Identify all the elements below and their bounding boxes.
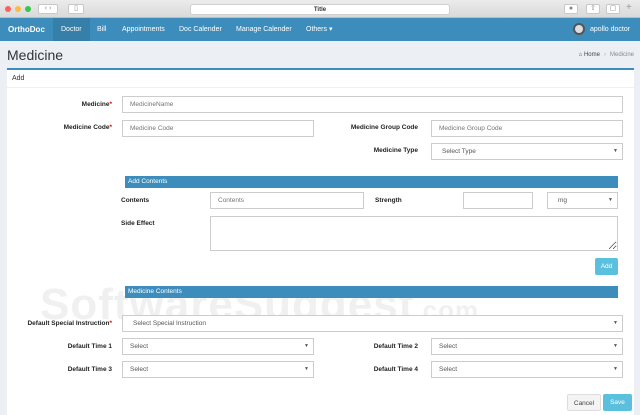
browser-titlebar: ‹ › ▯ Title ● ⇧ ▢ + [0,0,640,18]
caret-down-icon: ▼ [613,148,618,154]
top-navbar: OrthoDoc Doctor Bill Appointments Doc Ca… [0,18,640,41]
default-time-4-select[interactable]: Select ▼ [431,361,623,378]
caret-down-icon: ▼ [304,343,309,349]
medicine-type-select[interactable]: Select Type ▼ [431,143,623,160]
medicine-contents-header: Medicine Contents [125,286,618,298]
breadcrumb-current: Medicine [609,52,634,58]
side-effect-label: Side Effect [121,220,155,227]
unit-select[interactable]: mg ▼ [547,192,618,209]
cancel-button[interactable]: Cancel [567,394,601,411]
page-title: Medicine [7,47,64,63]
default-time-2-select[interactable]: Select ▼ [431,338,623,355]
medicine-name-input[interactable] [122,96,623,113]
medicine-type-label: Medicine Type [373,147,418,154]
download-icon[interactable]: ● [564,4,578,14]
default-time-1-label: Default Time 1 [67,343,112,350]
nav-others-dropdown[interactable]: Others ▾ [298,18,340,41]
nav-bill[interactable]: Bill [89,18,114,41]
default-special-instruction-label: Default Special Instruction* [27,320,112,327]
caret-down-icon: ▼ [613,343,618,349]
save-button[interactable]: Save [603,394,632,411]
new-tab-icon[interactable]: + [626,2,632,13]
default-time-3-label: Default Time 3 [67,366,112,373]
side-effect-textarea[interactable] [210,216,618,251]
breadcrumb: ⌂ Home › Medicine [578,52,634,58]
caret-down-icon: ▼ [613,320,618,326]
medicine-label: Medicine* [81,101,112,108]
strength-input[interactable] [463,192,533,209]
close-window-button[interactable] [5,6,11,12]
contents-input[interactable] [210,192,364,209]
brand-logo[interactable]: OrthoDoc [0,18,53,41]
tabs-icon[interactable]: ▢ [606,4,620,14]
default-time-4-label: Default Time 4 [373,366,418,373]
strength-label: Strength [375,197,402,204]
add-contents-header: Add Contents [125,176,618,188]
box-title: Add [12,75,25,82]
nav-appointments[interactable]: Appointments [114,18,173,41]
caret-down-icon: ▼ [608,197,613,203]
default-time-2-label: Default Time 2 [373,343,418,350]
medicine-group-code-label: Medicine Group Code [350,124,418,131]
user-menu[interactable]: apollo doctor [582,18,638,41]
add-content-button[interactable]: Add [595,258,618,275]
medicine-code-label: Medicine Code* [63,124,112,131]
nav-doc-calender[interactable]: Doc Calender [171,18,230,41]
back-forward-icon[interactable]: ‹ › [38,4,58,14]
medicine-code-input[interactable] [122,120,314,137]
nav-manage-calender[interactable]: Manage Calender [228,18,300,41]
maximize-window-button[interactable] [25,6,31,12]
medicine-group-code-input[interactable] [431,120,623,137]
divider [7,87,634,88]
nav-doctor[interactable]: Doctor [53,18,90,41]
address-bar[interactable]: Title [190,4,450,15]
special-instruction-select[interactable]: Select Special Instruction ▼ [122,315,623,332]
minimize-window-button[interactable] [15,6,21,12]
default-time-3-select[interactable]: Select ▼ [122,361,314,378]
sidebar-icon[interactable]: ▯ [68,4,84,14]
caret-down-icon: ▼ [304,366,309,372]
contents-label: Contents [121,197,150,204]
breadcrumb-home[interactable]: Home [584,52,600,58]
default-time-1-select[interactable]: Select ▼ [122,338,314,355]
share-icon[interactable]: ⇧ [586,4,600,14]
caret-down-icon: ▼ [613,366,618,372]
